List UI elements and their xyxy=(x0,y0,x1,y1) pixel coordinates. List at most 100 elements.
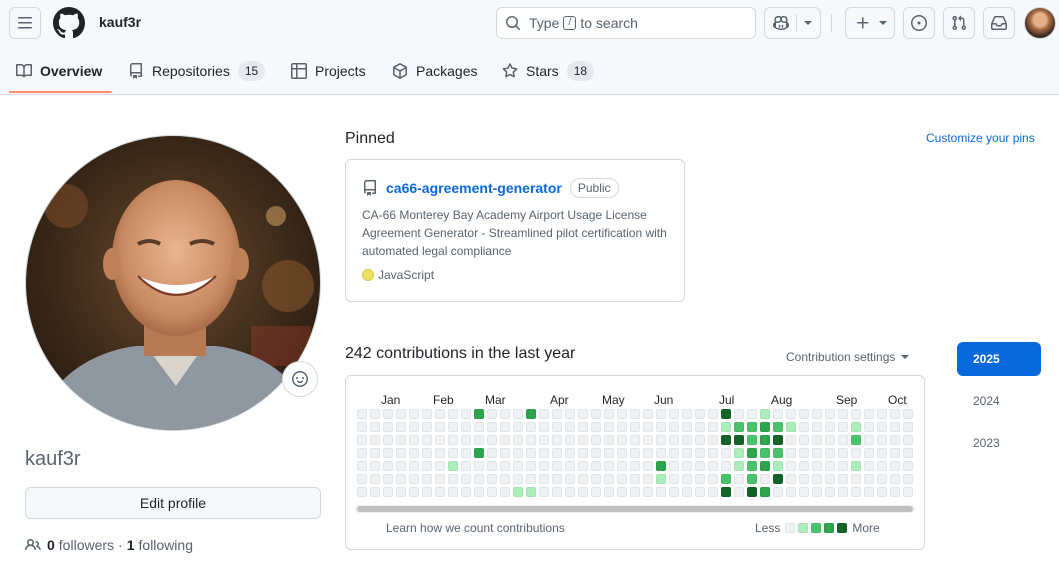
contribution-day[interactable] xyxy=(695,435,705,445)
contribution-day[interactable] xyxy=(734,422,744,432)
set-status-button[interactable] xyxy=(282,361,318,397)
contribution-day[interactable] xyxy=(669,461,679,471)
contribution-day[interactable] xyxy=(786,422,796,432)
contribution-day[interactable] xyxy=(682,474,692,484)
contribution-day[interactable] xyxy=(357,448,367,458)
contribution-day[interactable] xyxy=(552,422,562,432)
contribution-day[interactable] xyxy=(773,409,783,419)
contribution-day[interactable] xyxy=(812,461,822,471)
contribution-day[interactable] xyxy=(656,461,666,471)
contribution-day[interactable] xyxy=(890,448,900,458)
contribution-day[interactable] xyxy=(630,461,640,471)
contribution-day[interactable] xyxy=(786,474,796,484)
contribution-day[interactable] xyxy=(474,435,484,445)
following-link[interactable]: 1 following xyxy=(127,537,193,553)
contribution-day[interactable] xyxy=(838,474,848,484)
contribution-day[interactable] xyxy=(617,435,627,445)
contribution-day[interactable] xyxy=(864,461,874,471)
contribution-day[interactable] xyxy=(708,435,718,445)
contribution-day[interactable] xyxy=(474,422,484,432)
contribution-day[interactable] xyxy=(656,435,666,445)
contribution-day[interactable] xyxy=(721,409,731,419)
contribution-day[interactable] xyxy=(409,474,419,484)
contribution-day[interactable] xyxy=(578,435,588,445)
contribution-day[interactable] xyxy=(604,461,614,471)
contribution-day[interactable] xyxy=(630,435,640,445)
contribution-day[interactable] xyxy=(578,461,588,471)
contribution-day[interactable] xyxy=(812,487,822,497)
contribution-day[interactable] xyxy=(643,422,653,432)
contribution-day[interactable] xyxy=(903,461,913,471)
contribution-day[interactable] xyxy=(617,409,627,419)
contribution-day[interactable] xyxy=(812,474,822,484)
contribution-day[interactable] xyxy=(461,461,471,471)
contribution-day[interactable] xyxy=(695,461,705,471)
inbox-button[interactable] xyxy=(983,7,1015,39)
contribution-day[interactable] xyxy=(890,487,900,497)
contribution-day[interactable] xyxy=(552,487,562,497)
contribution-day[interactable] xyxy=(396,409,406,419)
contribution-day[interactable] xyxy=(565,422,575,432)
tab-overview[interactable]: Overview xyxy=(16,50,102,92)
contribution-day[interactable] xyxy=(409,409,419,419)
contribution-day[interactable] xyxy=(617,448,627,458)
contribution-day[interactable] xyxy=(370,461,380,471)
contribution-day[interactable] xyxy=(539,409,549,419)
contribution-day[interactable] xyxy=(526,474,536,484)
contribution-day[interactable] xyxy=(448,422,458,432)
tab-packages[interactable]: Packages xyxy=(392,50,477,92)
contribution-day[interactable] xyxy=(721,474,731,484)
contribution-day[interactable] xyxy=(760,409,770,419)
contribution-day[interactable] xyxy=(552,448,562,458)
contribution-day[interactable] xyxy=(448,474,458,484)
contribution-day[interactable] xyxy=(721,448,731,458)
contribution-day[interactable] xyxy=(461,409,471,419)
contribution-day[interactable] xyxy=(747,435,757,445)
issues-button[interactable] xyxy=(903,7,935,39)
contribution-day[interactable] xyxy=(656,409,666,419)
contribution-day[interactable] xyxy=(760,487,770,497)
contribution-day[interactable] xyxy=(773,435,783,445)
contribution-day[interactable] xyxy=(552,461,562,471)
contribution-day[interactable] xyxy=(812,435,822,445)
contribution-day[interactable] xyxy=(773,474,783,484)
contribution-day[interactable] xyxy=(708,461,718,471)
contribution-day[interactable] xyxy=(643,487,653,497)
contribution-day[interactable] xyxy=(760,448,770,458)
contribution-day[interactable] xyxy=(721,422,731,432)
contribution-day[interactable] xyxy=(799,435,809,445)
contribution-day[interactable] xyxy=(734,409,744,419)
contribution-day[interactable] xyxy=(539,487,549,497)
contribution-day[interactable] xyxy=(760,474,770,484)
contribution-day[interactable] xyxy=(383,461,393,471)
contribution-day[interactable] xyxy=(487,448,497,458)
contribution-day[interactable] xyxy=(630,422,640,432)
contribution-day[interactable] xyxy=(877,435,887,445)
contribution-day[interactable] xyxy=(799,422,809,432)
customize-pins-link[interactable]: Customize your pins xyxy=(926,131,1035,145)
contribution-day[interactable] xyxy=(565,435,575,445)
contribution-day[interactable] xyxy=(539,422,549,432)
contribution-day[interactable] xyxy=(578,474,588,484)
contribution-day[interactable] xyxy=(448,448,458,458)
contribution-day[interactable] xyxy=(422,448,432,458)
contribution-day[interactable] xyxy=(890,409,900,419)
contribution-day[interactable] xyxy=(825,461,835,471)
contribution-day[interactable] xyxy=(903,474,913,484)
tab-repositories[interactable]: Repositories 15 xyxy=(128,50,266,92)
chevron-down-icon[interactable] xyxy=(804,21,812,25)
contribution-day[interactable] xyxy=(851,435,861,445)
contribution-day[interactable] xyxy=(851,461,861,471)
contribution-day[interactable] xyxy=(890,435,900,445)
contribution-day[interactable] xyxy=(903,409,913,419)
contribution-day[interactable] xyxy=(838,461,848,471)
contribution-day[interactable] xyxy=(500,409,510,419)
contribution-day[interactable] xyxy=(565,487,575,497)
contribution-day[interactable] xyxy=(708,409,718,419)
contribution-day[interactable] xyxy=(513,435,523,445)
contribution-day[interactable] xyxy=(799,448,809,458)
contribution-day[interactable] xyxy=(903,435,913,445)
contribution-day[interactable] xyxy=(773,461,783,471)
pinned-repo-link[interactable]: ca66-agreement-generator xyxy=(386,180,562,196)
contribution-day[interactable] xyxy=(383,448,393,458)
